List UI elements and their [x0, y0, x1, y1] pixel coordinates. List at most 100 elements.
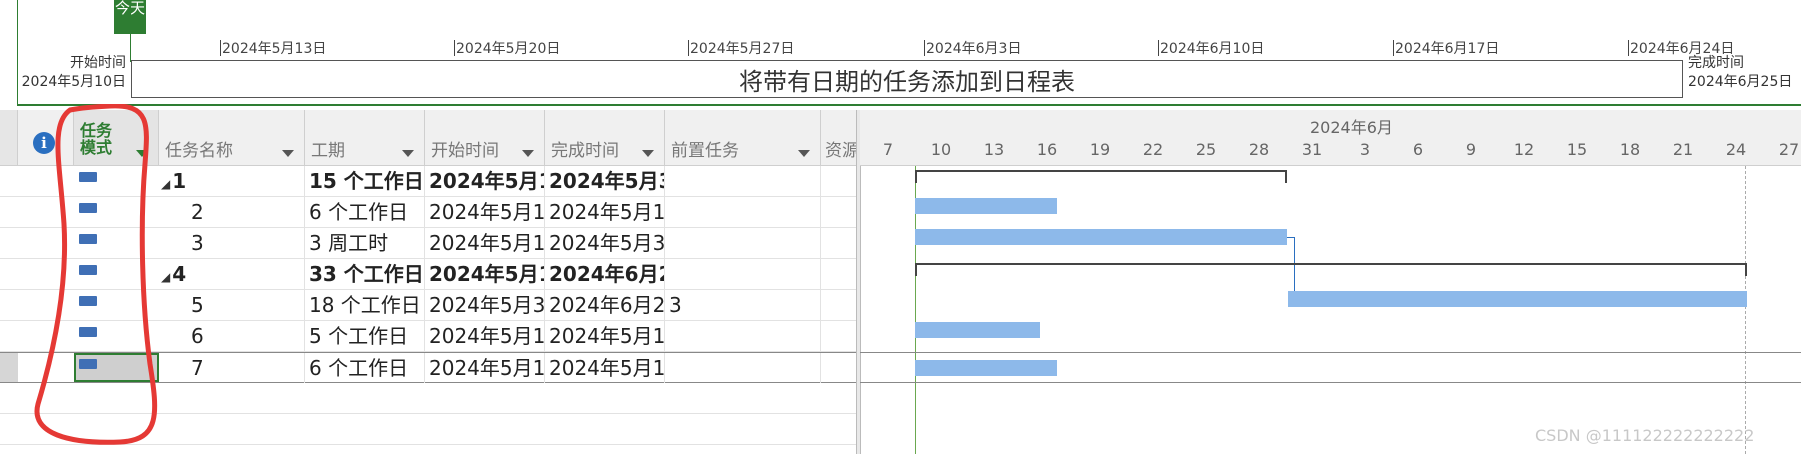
- column-label: 资源: [825, 141, 859, 161]
- task-bar[interactable]: [915, 229, 1287, 245]
- gantt-chart[interactable]: 2024年6月 7 10 13 16 19 22 25 28 31 3 6 9 …: [860, 110, 1801, 454]
- timeline-tick: [1393, 40, 1394, 56]
- duration-cell[interactable]: 18 个工作日: [305, 290, 425, 320]
- column-header-start[interactable]: 开始时间: [425, 110, 545, 166]
- task-bar[interactable]: [915, 198, 1057, 214]
- predecessor-cell[interactable]: [665, 259, 821, 289]
- red-annotation-loop: [34, 104, 158, 445]
- timeline-tick: [1158, 40, 1159, 56]
- finish-cell[interactable]: 2024年6月25: [545, 259, 665, 289]
- timeline-end-date: 2024年6月25日: [1688, 74, 1793, 90]
- column-header-resources[interactable]: 资源: [821, 110, 860, 166]
- task-bar[interactable]: [915, 360, 1057, 376]
- timescale-day: 21: [1672, 140, 1694, 159]
- column-header-duration[interactable]: 工期: [305, 110, 425, 166]
- task-name-cell[interactable]: 5: [159, 290, 305, 320]
- timescale-day: 13: [983, 140, 1005, 159]
- timescale-day: 27: [1778, 140, 1800, 159]
- start-cell[interactable]: 2024年5月10: [425, 321, 545, 351]
- start-cell[interactable]: 2024年5月31: [425, 290, 545, 320]
- predecessor-cell[interactable]: [665, 353, 821, 383]
- summary-bar[interactable]: [915, 263, 1747, 276]
- watermark: CSDN @111122222222222: [1535, 426, 1755, 445]
- column-header-finish[interactable]: 完成时间: [545, 110, 665, 166]
- finish-cell[interactable]: 2024年6月25: [545, 290, 665, 320]
- timeline-date: 2024年6月17日: [1395, 41, 1500, 57]
- timeline-tick: [220, 40, 221, 56]
- timescale-day: 18: [1619, 140, 1641, 159]
- timeline-date: 2024年5月27日: [690, 41, 795, 57]
- timeline-date: 2024年5月20日: [456, 41, 561, 57]
- timeline-panel[interactable]: 今天 2024年5月13日 2024年5月20日 2024年5月27日 2024…: [0, 0, 1801, 106]
- timeline-end-label: 完成时间: [1688, 55, 1744, 71]
- duration-cell[interactable]: 5 个工作日: [305, 321, 425, 351]
- chevron-down-icon[interactable]: [798, 150, 810, 157]
- timescale-day: 28: [1248, 140, 1270, 159]
- timeline-start-date: 2024年5月10日: [21, 74, 126, 90]
- timescale-day: 6: [1412, 140, 1424, 159]
- predecessor-cell[interactable]: [665, 197, 821, 227]
- timescale-day: 25: [1195, 140, 1217, 159]
- column-label: 完成时间: [551, 141, 619, 161]
- timeline-bottom-border: [17, 104, 1801, 106]
- task-name-cell[interactable]: 7: [159, 353, 305, 383]
- chevron-down-icon[interactable]: [402, 150, 414, 157]
- predecessor-cell[interactable]: [665, 321, 821, 351]
- duration-cell[interactable]: 3 周工时: [305, 228, 425, 258]
- task-name-cell[interactable]: 2: [159, 197, 305, 227]
- timescale-day: 3: [1359, 140, 1371, 159]
- timescale-day: 7: [882, 140, 894, 159]
- predecessor-cell[interactable]: [665, 228, 821, 258]
- column-header-predecessors[interactable]: 前置任务: [665, 110, 821, 166]
- column-header-name[interactable]: 任务名称: [159, 110, 305, 166]
- task-name-cell[interactable]: 3: [159, 228, 305, 258]
- timeline-date: 2024年5月13日: [222, 41, 327, 57]
- task-bar[interactable]: [915, 322, 1040, 338]
- timescale-day: 22: [1142, 140, 1164, 159]
- row-header-corner[interactable]: [0, 110, 18, 166]
- start-cell[interactable]: 2024年5月10: [425, 166, 545, 196]
- row-selector[interactable]: [0, 353, 18, 382]
- today-line: [130, 0, 131, 62]
- finish-cell[interactable]: 2024年5月16: [545, 321, 665, 351]
- project-finish-line: [1745, 166, 1746, 454]
- timeline-tick: [1628, 40, 1629, 56]
- finish-cell[interactable]: 2024年5月17: [545, 353, 665, 383]
- task-name-cell[interactable]: ◢ 4: [159, 259, 305, 289]
- summary-bar[interactable]: [915, 170, 1287, 183]
- timescale-day: 19: [1089, 140, 1111, 159]
- timescale-day: 24: [1725, 140, 1747, 159]
- chevron-down-icon[interactable]: [642, 150, 654, 157]
- start-cell[interactable]: 2024年5月10: [425, 353, 545, 383]
- predecessor-cell[interactable]: [665, 166, 821, 196]
- duration-cell[interactable]: 6 个工作日: [305, 353, 425, 383]
- start-cell[interactable]: 2024年5月10: [425, 259, 545, 289]
- duration-cell[interactable]: 33 个工作日: [305, 259, 425, 289]
- timeline-date: 2024年6月10日: [1160, 41, 1265, 57]
- timescale-day: 12: [1513, 140, 1535, 159]
- task-bar[interactable]: [1288, 291, 1747, 307]
- chevron-down-icon[interactable]: [282, 150, 294, 157]
- task-name-cell[interactable]: ◢ 1: [159, 166, 305, 196]
- duration-cell[interactable]: 15 个工作日: [305, 166, 425, 196]
- timescale-day: 31: [1301, 140, 1323, 159]
- timeline-bar[interactable]: 将带有日期的任务添加到日程表: [131, 60, 1683, 98]
- finish-cell[interactable]: 2024年5月30: [545, 166, 665, 196]
- timeline-tick: [454, 40, 455, 56]
- predecessor-cell[interactable]: 3: [665, 290, 821, 320]
- timescale-day: 15: [1566, 140, 1588, 159]
- timeline-date: 2024年6月3日: [926, 41, 1022, 57]
- finish-cell[interactable]: 2024年5月30: [545, 228, 665, 258]
- task-name-cell[interactable]: 6: [159, 321, 305, 351]
- timescale-month: 2024年6月: [1310, 118, 1393, 137]
- chevron-down-icon[interactable]: [522, 150, 534, 157]
- timescale-day: 9: [1465, 140, 1477, 159]
- start-cell[interactable]: 2024年5月10: [425, 228, 545, 258]
- duration-cell[interactable]: 6 个工作日: [305, 197, 425, 227]
- start-cell[interactable]: 2024年5月10: [425, 197, 545, 227]
- timescale-day: 10: [930, 140, 952, 159]
- finish-cell[interactable]: 2024年5月17: [545, 197, 665, 227]
- timeline-start-label: 开始时间: [70, 55, 126, 71]
- timeline-end: 完成时间 2024年6月25日: [1688, 54, 1792, 92]
- timeline-tick: [688, 40, 689, 56]
